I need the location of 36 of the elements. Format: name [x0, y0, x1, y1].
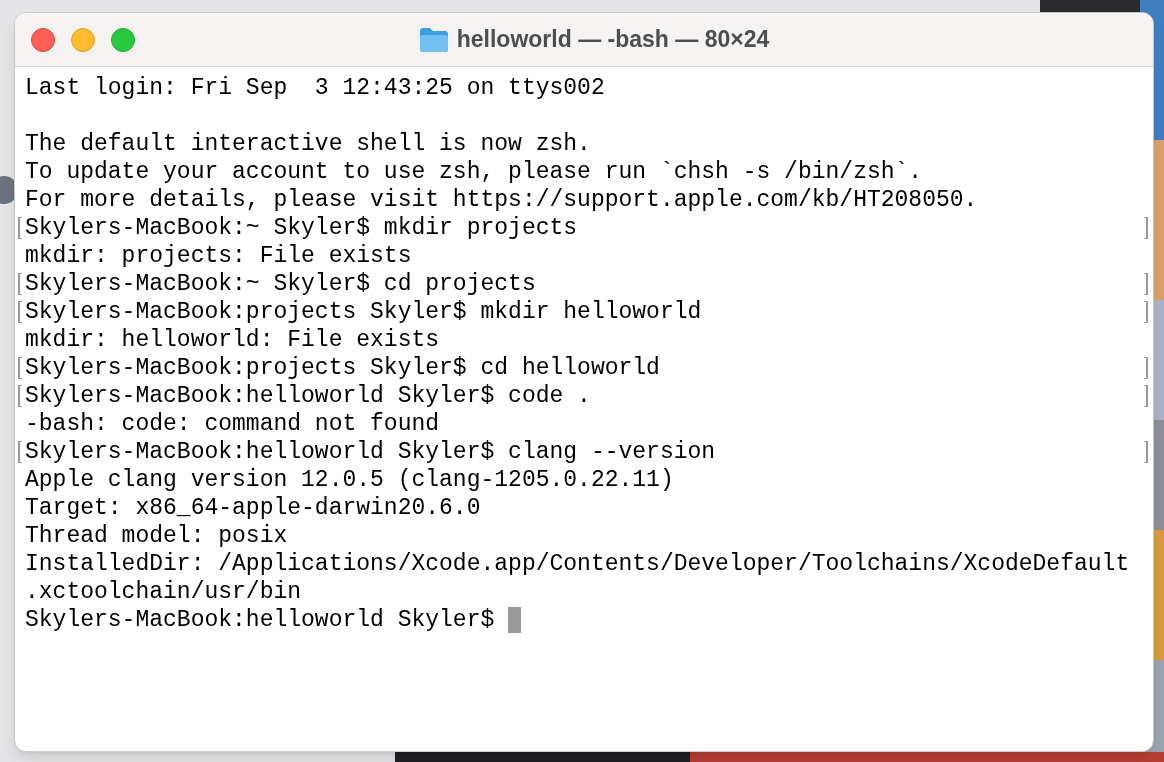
terminal-line: Apple clang version 12.0.5 (clang-1205.0.22.11) [25, 466, 674, 494]
folder-icon [418, 26, 449, 53]
close-button[interactable] [31, 28, 55, 52]
terminal-line: Skylers-MacBook:projects Skyler$ cd helloworld [25, 354, 660, 382]
prompt-mark [18, 301, 22, 323]
terminal-line: Last login: Fri Sep 3 12:43:25 on ttys002 [25, 74, 605, 102]
terminal-line: InstalledDir: /Applications/Xcode.app/Contents/Developer/Toolchains/XcodeDefault [25, 550, 1130, 578]
terminal-line: Skylers-MacBook:helloworld Skyler$ clang --version [25, 438, 716, 466]
terminal-line: Skylers-MacBook:~ Skyler$ mkdir projects [25, 214, 578, 242]
terminal-line: Skylers-MacBook:helloworld Skyler$ code . [25, 382, 591, 410]
prompt-mark [1144, 273, 1148, 295]
window-title: helloworld — -bash — 80×24 [456, 25, 770, 55]
prompt-mark [18, 441, 22, 463]
terminal-line: Skylers-MacBook:~ Skyler$ cd projects [25, 270, 536, 298]
prompt-mark [1144, 357, 1148, 379]
prompt-mark [1144, 441, 1148, 463]
zoom-button[interactable] [111, 28, 135, 52]
prompt-mark [1144, 217, 1148, 239]
terminal-line: To update your account to use zsh, please run `chsh -s /bin/zsh`. [25, 158, 923, 186]
terminal-line: mkdir: helloworld: File exists [25, 326, 440, 354]
prompt-mark [1144, 385, 1148, 407]
terminal-line: mkdir: projects: File exists [25, 242, 412, 270]
terminal-line: The default interactive shell is now zsh. [25, 130, 591, 158]
prompt-mark [18, 385, 22, 407]
terminal-line: -bash: code: command not found [25, 410, 440, 438]
prompt-mark [18, 217, 22, 239]
terminal-line: Thread model: posix [25, 522, 288, 550]
terminal-line: Target: x86_64-apple-darwin20.6.0 [25, 494, 481, 522]
terminal-line: Skylers-MacBook:projects Skyler$ mkdir helloworld [25, 298, 702, 326]
prompt-mark [1144, 301, 1148, 323]
terminal-line: For more details, please visit https://support.apple.com/kb/HT208050. [25, 186, 978, 214]
terminal-line: .xctoolchain/usr/bin [25, 578, 302, 606]
prompt-mark [18, 357, 22, 379]
prompt-mark [18, 273, 22, 295]
terminal-line: Skylers-MacBook:helloworld Skyler$ [25, 606, 496, 634]
minimize-button[interactable] [71, 28, 95, 52]
